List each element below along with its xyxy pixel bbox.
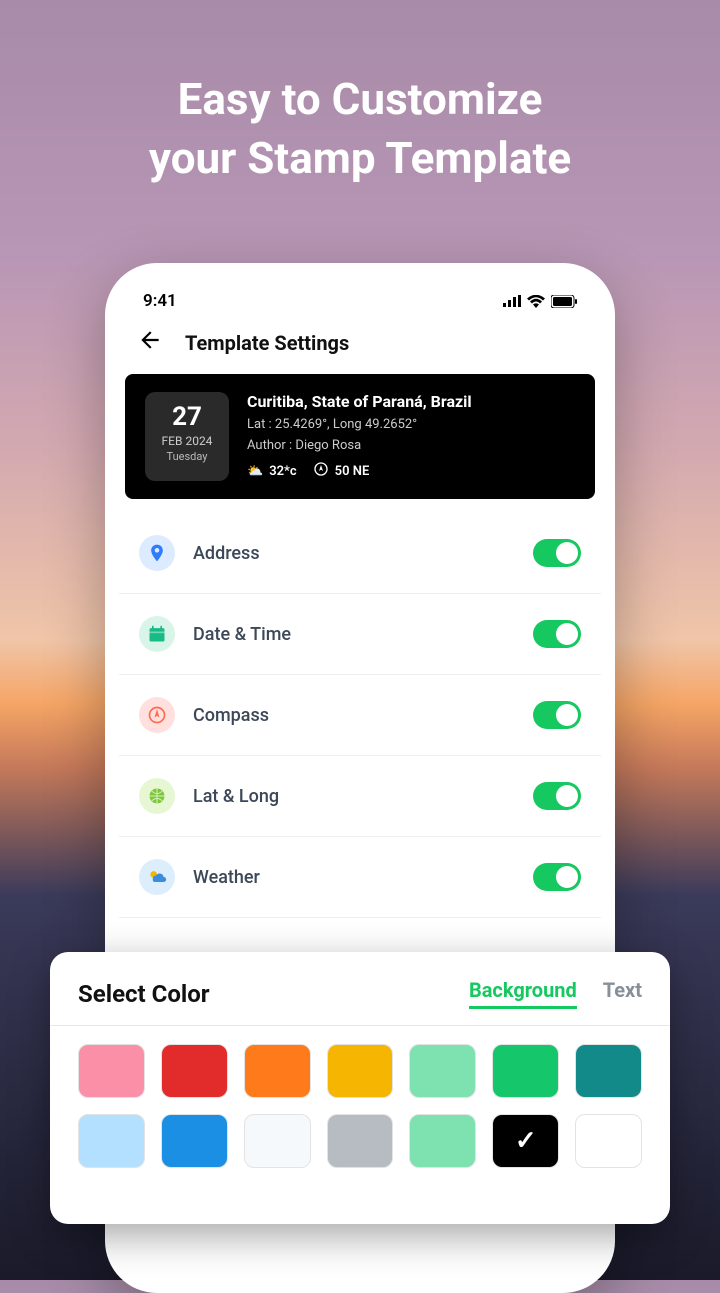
preview-author: Author : Diego Rosa bbox=[247, 438, 472, 453]
navbar: Template Settings bbox=[119, 317, 601, 374]
color-swatch[interactable] bbox=[492, 1044, 559, 1098]
datetime-icon bbox=[139, 616, 175, 652]
setting-row-compass: Compass bbox=[119, 675, 601, 756]
color-swatch[interactable] bbox=[78, 1044, 145, 1098]
preview-location: Curitiba, State of Paraná, Brazil bbox=[247, 392, 472, 411]
headline-line: your Stamp Template bbox=[0, 129, 720, 188]
preview-latlong: Lat : 25.4269°, Long 49.2652° bbox=[247, 417, 472, 432]
setting-label: Address bbox=[193, 543, 515, 564]
setting-label: Lat & Long bbox=[193, 786, 515, 807]
stamp-preview: 27 FEB 2024 Tuesday Curitiba, State of P… bbox=[125, 374, 595, 499]
setting-row-weather: Weather bbox=[119, 837, 601, 918]
preview-weather: ⛅ 32*c bbox=[247, 464, 297, 479]
color-tabs: Background Text bbox=[469, 978, 642, 1009]
toggle-compass[interactable] bbox=[533, 701, 581, 729]
toggle-latlong[interactable] bbox=[533, 782, 581, 810]
setting-row-latlong: Lat & Long bbox=[119, 756, 601, 837]
color-panel: Select Color Background Text bbox=[50, 952, 670, 1224]
date-weekday: Tuesday bbox=[157, 450, 217, 463]
status-icons bbox=[503, 295, 577, 308]
preview-compass: 50 NE bbox=[313, 461, 370, 481]
back-button[interactable] bbox=[137, 327, 163, 358]
color-grid bbox=[78, 1044, 642, 1168]
color-swatch[interactable] bbox=[409, 1044, 476, 1098]
color-swatch[interactable] bbox=[78, 1114, 145, 1168]
tab-background[interactable]: Background bbox=[469, 978, 577, 1009]
preview-heading: 50 NE bbox=[335, 464, 370, 479]
color-swatch[interactable] bbox=[327, 1044, 394, 1098]
page-title: Template Settings bbox=[185, 331, 349, 355]
toggle-address[interactable] bbox=[533, 539, 581, 567]
color-swatch[interactable] bbox=[492, 1114, 559, 1168]
settings-list: Address Date & Time Compass Lat & Long W… bbox=[119, 513, 601, 918]
compass-icon bbox=[313, 461, 329, 481]
setting-label: Weather bbox=[193, 867, 515, 888]
compass-icon bbox=[139, 697, 175, 733]
color-swatch[interactable] bbox=[244, 1114, 311, 1168]
color-swatch[interactable] bbox=[244, 1044, 311, 1098]
battery-icon bbox=[551, 295, 577, 308]
color-swatch[interactable] bbox=[327, 1114, 394, 1168]
preview-temp: 32*c bbox=[269, 464, 296, 479]
color-swatch[interactable] bbox=[575, 1114, 642, 1168]
color-swatch[interactable] bbox=[409, 1114, 476, 1168]
address-icon bbox=[139, 535, 175, 571]
preview-info: Curitiba, State of Paraná, Brazil Lat : … bbox=[247, 392, 472, 481]
tab-text[interactable]: Text bbox=[603, 978, 642, 1009]
date-badge: 27 FEB 2024 Tuesday bbox=[145, 392, 229, 481]
setting-row-address: Address bbox=[119, 513, 601, 594]
color-panel-title: Select Color bbox=[78, 980, 210, 1008]
color-swatch[interactable] bbox=[161, 1044, 228, 1098]
date-day: 27 bbox=[157, 402, 217, 432]
wifi-icon bbox=[527, 295, 545, 308]
divider bbox=[50, 1025, 670, 1026]
marketing-headline: Easy to Customize your Stamp Template bbox=[0, 0, 720, 189]
cloud-icon: ⛅ bbox=[247, 464, 263, 479]
toggle-weather[interactable] bbox=[533, 863, 581, 891]
color-swatch[interactable] bbox=[575, 1044, 642, 1098]
setting-row-datetime: Date & Time bbox=[119, 594, 601, 675]
signal-icon bbox=[503, 295, 521, 307]
setting-label: Date & Time bbox=[193, 624, 515, 645]
latlong-icon bbox=[139, 778, 175, 814]
status-time: 9:41 bbox=[143, 291, 177, 311]
status-bar: 9:41 bbox=[119, 277, 601, 317]
date-month: FEB 2024 bbox=[157, 434, 217, 448]
toggle-datetime[interactable] bbox=[533, 620, 581, 648]
setting-label: Compass bbox=[193, 705, 515, 726]
weather-icon bbox=[139, 859, 175, 895]
color-swatch[interactable] bbox=[161, 1114, 228, 1168]
headline-line: Easy to Customize bbox=[0, 70, 720, 129]
